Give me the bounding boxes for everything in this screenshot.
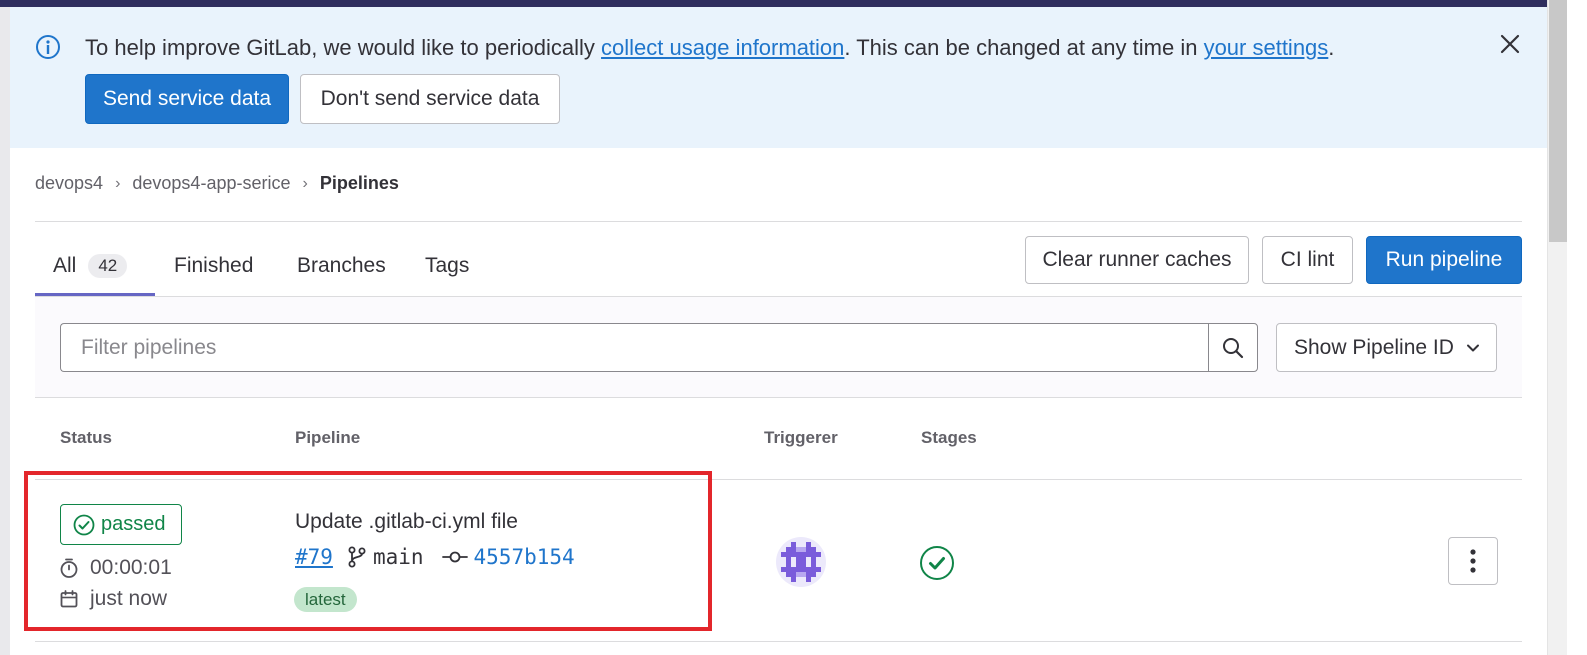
banner-message: To help improve GitLab, we would like to… <box>85 35 1334 61</box>
run-pipeline-button[interactable]: Run pipeline <box>1366 236 1522 284</box>
ellipsis-v-icon <box>1470 549 1476 573</box>
identicon-icon <box>776 537 826 587</box>
tab-tags[interactable]: Tags <box>425 236 469 296</box>
pipeline-refs: #79 main 4557b154 <box>295 545 575 569</box>
filter-pipelines-input[interactable] <box>60 323 1209 372</box>
send-service-data-button[interactable]: Send service data <box>85 74 289 124</box>
clear-runner-caches-button[interactable]: Clear runner caches <box>1025 236 1249 284</box>
calendar-icon <box>60 590 78 608</box>
branch-name[interactable]: main <box>373 545 424 569</box>
header-divider <box>35 221 1522 222</box>
tab-all-count-badge: 42 <box>88 254 128 278</box>
tab-finished[interactable]: Finished <box>174 236 253 296</box>
chevron-right-icon: › <box>115 174 121 192</box>
status-success-icon <box>73 514 95 535</box>
ci-lint-button[interactable]: CI lint <box>1262 236 1353 284</box>
finished-at: just now <box>60 587 167 611</box>
duration-text: 00:00:01 <box>90 556 172 579</box>
header-triggerer: Triggerer <box>764 428 838 447</box>
status-badge[interactable]: passed <box>60 504 182 545</box>
header-status: Status <box>60 428 112 447</box>
collect-usage-link[interactable]: collect usage information <box>601 35 844 60</box>
finished-text: just now <box>90 587 168 610</box>
window-edge <box>1567 0 1587 655</box>
banner-text-3: . <box>1328 35 1335 60</box>
pipeline-id-link[interactable]: #79 <box>295 545 333 569</box>
chevron-down-icon <box>1466 344 1479 351</box>
show-pipeline-id-dropdown[interactable]: Show Pipeline ID <box>1276 323 1497 372</box>
close-icon[interactable] <box>1497 31 1523 57</box>
tab-all-label: All <box>53 254 77 277</box>
chevron-right-icon: › <box>302 174 308 192</box>
search-button[interactable] <box>1208 323 1258 372</box>
filter-bar: Show Pipeline ID <box>35 297 1522 398</box>
tab-branches[interactable]: Branches <box>297 236 386 296</box>
latest-badge: latest <box>294 587 357 612</box>
more-actions-button[interactable] <box>1448 537 1498 585</box>
info-icon <box>36 35 60 59</box>
breadcrumb-project[interactable]: devops4-app-serice <box>132 173 290 194</box>
row-divider-bottom <box>35 641 1522 642</box>
avatar[interactable] <box>776 537 826 587</box>
usage-ping-banner: To help improve GitLab, we would like to… <box>10 7 1547 148</box>
breadcrumb: devops4 › devops4-app-serice › Pipelines <box>35 173 399 194</box>
your-settings-link[interactable]: your settings <box>1204 35 1329 60</box>
scrollbar-thumb[interactable] <box>1549 0 1567 242</box>
branch-icon <box>348 546 366 568</box>
top-navbar <box>0 0 1547 7</box>
commit-icon <box>441 551 468 563</box>
breadcrumb-group[interactable]: devops4 <box>35 173 103 194</box>
pipeline-commit-title[interactable]: Update .gitlab-ci.yml file <box>295 510 518 534</box>
show-pipeline-id-label: Show Pipeline ID <box>1294 335 1454 359</box>
search-icon <box>1223 337 1244 358</box>
header-pipeline: Pipeline <box>295 428 361 447</box>
breadcrumb-current[interactable]: Pipelines <box>320 173 399 194</box>
duration: 00:00:01 <box>60 556 172 580</box>
tab-all[interactable]: All 42 <box>53 236 128 296</box>
row-divider <box>35 479 1522 480</box>
left-edge <box>0 7 10 655</box>
status-text: passed <box>101 513 166 535</box>
commit-sha-link[interactable]: 4557b154 <box>474 545 575 569</box>
dont-send-service-data-button[interactable]: Don't send service data <box>300 74 560 124</box>
stage-passed-icon[interactable] <box>919 545 955 581</box>
timer-icon <box>60 558 78 578</box>
banner-text-1: To help improve GitLab, we would like to… <box>85 35 602 60</box>
header-stages: Stages <box>921 428 977 447</box>
banner-text-2: . This can be changed at any time in <box>844 35 1204 60</box>
